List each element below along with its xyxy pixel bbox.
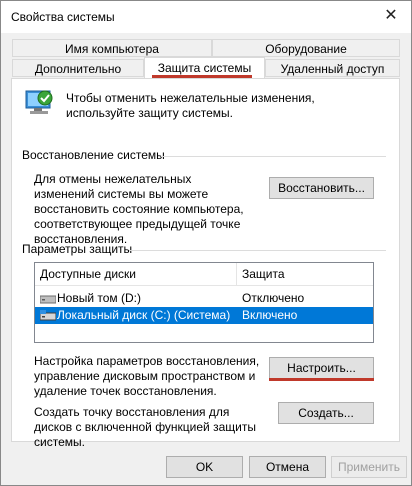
system-drive-icon	[40, 310, 56, 321]
drive-icon	[40, 295, 56, 304]
intro-text: Чтобы отменить нежелательные изменения, …	[66, 91, 315, 120]
drive-row-c[interactable]: Локальный диск (C:) (Система) Включено	[35, 307, 373, 324]
drive-name: Локальный диск (C:) (Система)	[57, 308, 231, 322]
column-separator	[236, 263, 237, 285]
drive-name: Новый том (D:)	[57, 291, 141, 305]
configure-button[interactable]: Настроить...	[269, 357, 374, 379]
tab-remote[interactable]: Удаленный доступ	[265, 59, 400, 77]
close-icon[interactable]: ✕	[383, 7, 399, 25]
tab-advanced[interactable]: Дополнительно	[12, 59, 144, 77]
restore-heading: Восстановление системы	[22, 148, 165, 162]
drives-list[interactable]: Доступные диски Защита Новый том (D:) От…	[34, 262, 374, 343]
drive-status: Включено	[242, 308, 298, 322]
system-protection-icon	[25, 90, 53, 114]
drives-list-header: Доступные диски Защита	[35, 263, 373, 286]
cancel-button[interactable]: Отмена	[249, 456, 326, 478]
drive-status: Отключено	[242, 291, 305, 305]
column-protection[interactable]: Защита	[242, 267, 285, 282]
configure-highlight	[269, 378, 374, 381]
create-button[interactable]: Создать...	[278, 402, 374, 424]
column-drives[interactable]: Доступные диски	[40, 267, 136, 282]
protection-heading: Параметры защиты	[22, 242, 133, 256]
restore-button[interactable]: Восстановить...	[269, 177, 374, 199]
configure-description: Настройка параметров восстановления, упр…	[34, 354, 260, 398]
create-description: Создать точку восстановления для дисков …	[34, 405, 256, 449]
tab-computer-name[interactable]: Имя компьютера	[12, 39, 212, 57]
restore-description: Для отмены нежелательных изменений систе…	[34, 172, 244, 246]
ok-button[interactable]: OK	[166, 456, 243, 478]
title-bar: Свойства системы ✕	[1, 1, 411, 33]
restore-divider	[161, 156, 386, 157]
system-properties-window: Свойства системы ✕ Имя компьютера Оборуд…	[0, 0, 412, 486]
tab-hardware[interactable]: Оборудование	[212, 39, 400, 57]
apply-button[interactable]: Применить	[331, 456, 407, 478]
protection-divider	[129, 250, 386, 251]
drive-row-d[interactable]: Новый том (D:) Отключено	[35, 290, 373, 307]
window-title: Свойства системы	[11, 10, 115, 24]
